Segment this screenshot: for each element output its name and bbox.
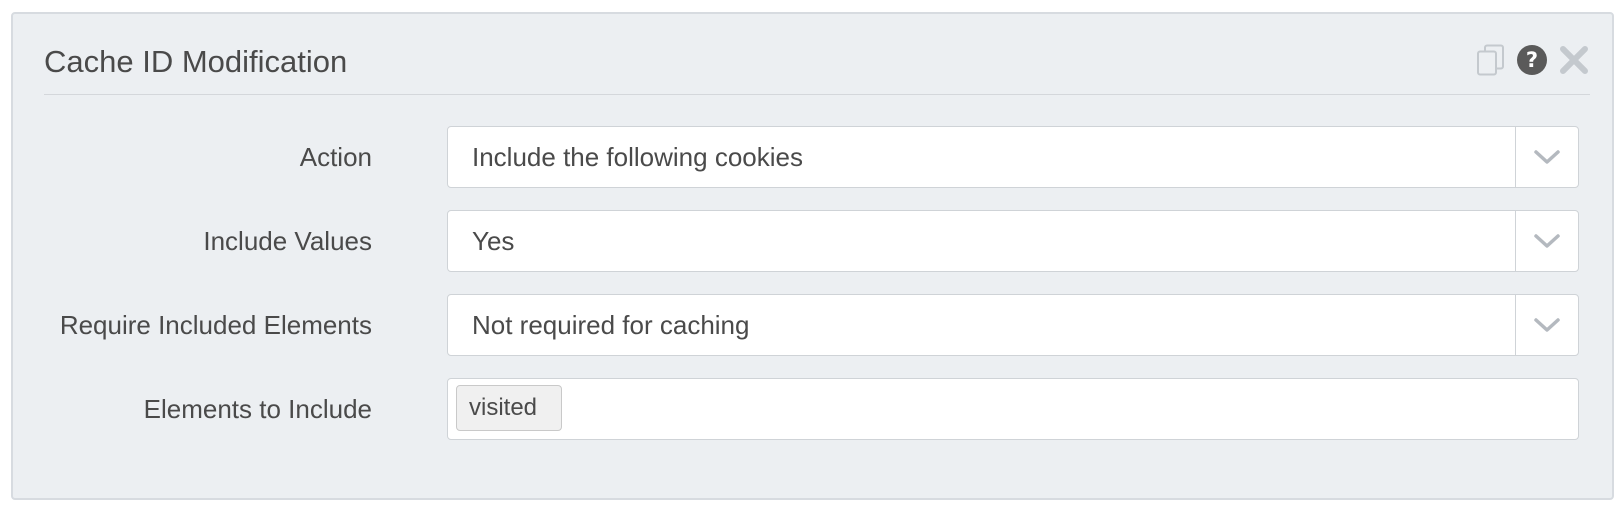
- require-included-elements-row: Require Included Elements Not required f…: [13, 294, 1612, 356]
- help-icon[interactable]: ?: [1516, 44, 1548, 76]
- elements-to-include-input[interactable]: visited: [447, 378, 1579, 440]
- action-row: Action Include the following cookies: [13, 126, 1612, 188]
- action-label: Action: [299, 142, 372, 172]
- include-values-select-value: Yes: [472, 226, 515, 256]
- require-included-elements-label: Require Included Elements: [59, 310, 372, 340]
- require-included-elements-select[interactable]: Not required for caching: [447, 294, 1579, 356]
- elements-to-include-row: Elements to Include visited: [13, 378, 1612, 440]
- require-included-elements-select-value: Not required for caching: [472, 310, 750, 340]
- elements-to-include-label: Elements to Include: [143, 394, 372, 424]
- include-values-label: Include Values: [203, 226, 372, 256]
- cache-id-modification-panel: Cache ID Modification ? Action Include t…: [11, 12, 1614, 500]
- element-tag[interactable]: visited: [456, 385, 563, 431]
- action-select[interactable]: Include the following cookies: [447, 126, 1579, 188]
- panel-title: Cache ID Modification: [44, 44, 348, 79]
- chevron-down-icon[interactable]: [1515, 295, 1578, 355]
- chevron-down-icon[interactable]: [1515, 127, 1578, 187]
- panel-header-actions: ?: [1476, 42, 1590, 78]
- copy-icon[interactable]: [1476, 44, 1506, 76]
- close-icon[interactable]: [1558, 44, 1590, 76]
- svg-text:?: ?: [1526, 48, 1538, 72]
- panel-header: Cache ID Modification ?: [44, 14, 1590, 95]
- action-select-value: Include the following cookies: [472, 142, 803, 172]
- chevron-down-icon[interactable]: [1515, 211, 1578, 271]
- include-values-row: Include Values Yes: [13, 210, 1612, 272]
- include-values-select[interactable]: Yes: [447, 210, 1579, 272]
